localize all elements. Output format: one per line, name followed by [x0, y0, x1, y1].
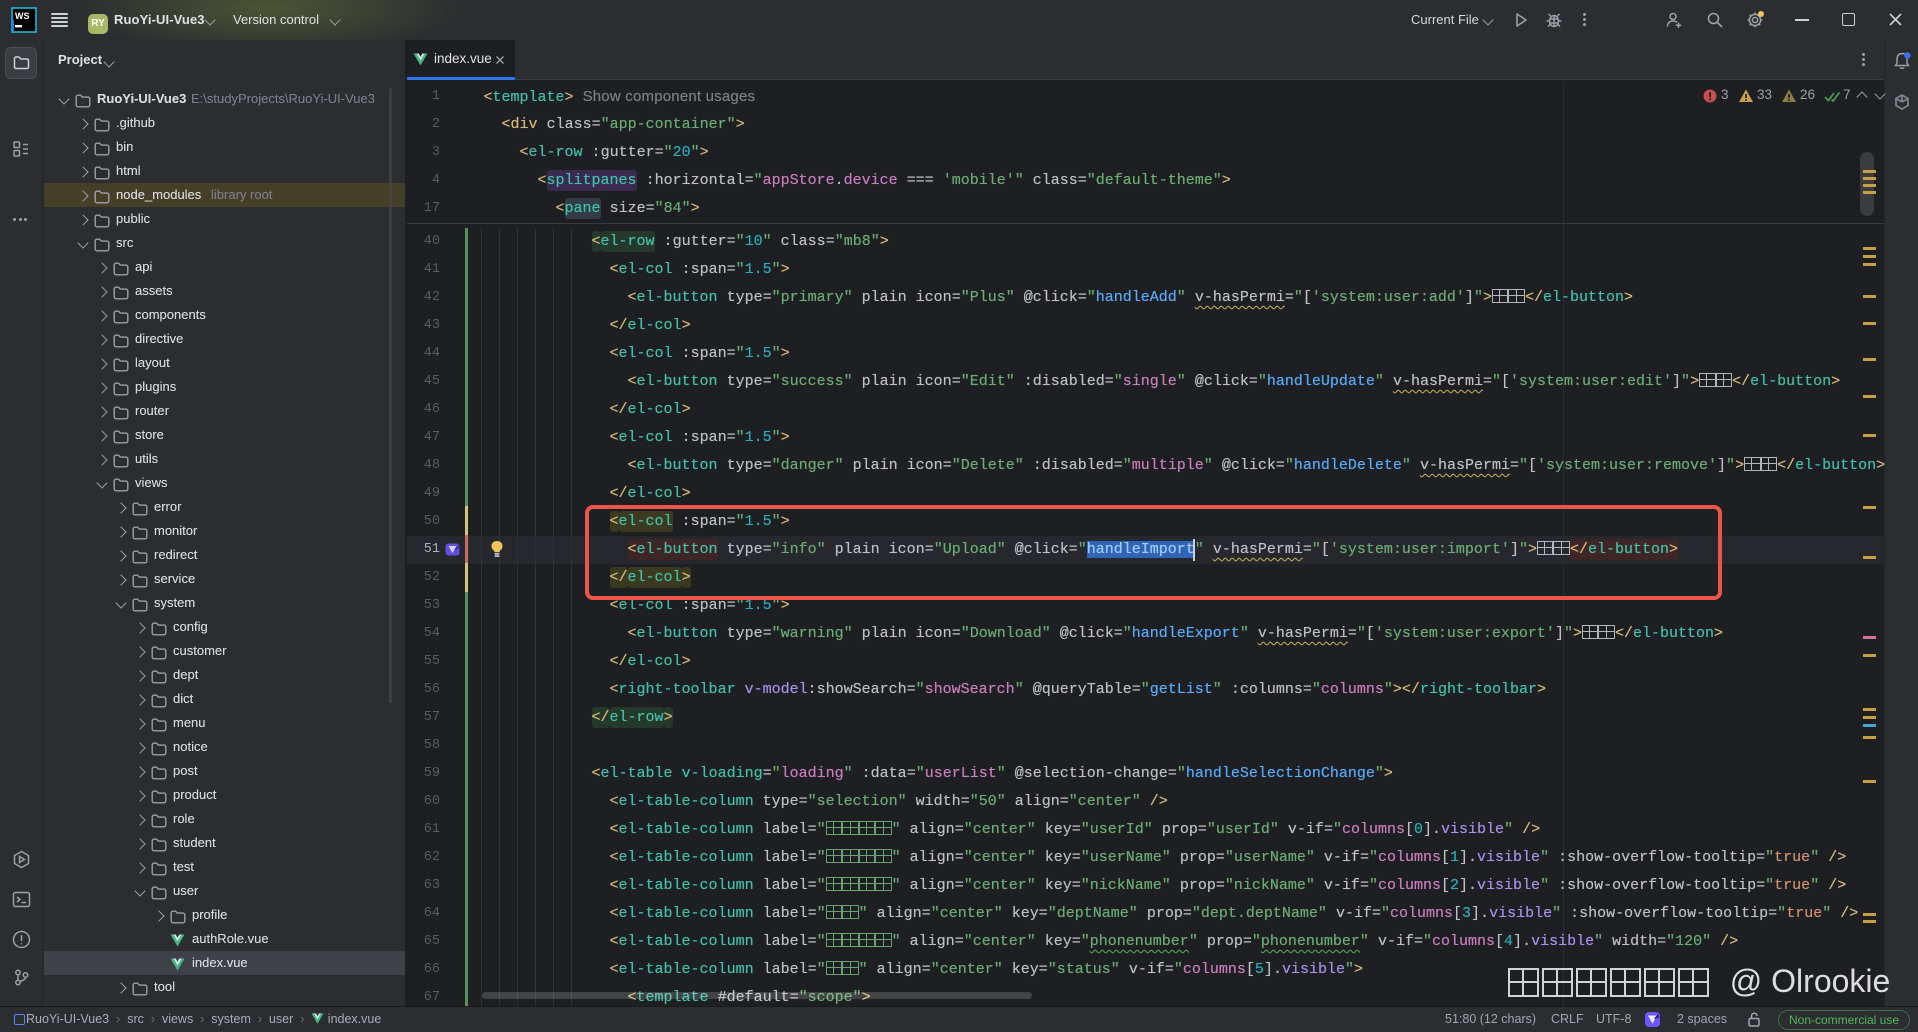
svg-text:WS: WS: [15, 11, 30, 21]
